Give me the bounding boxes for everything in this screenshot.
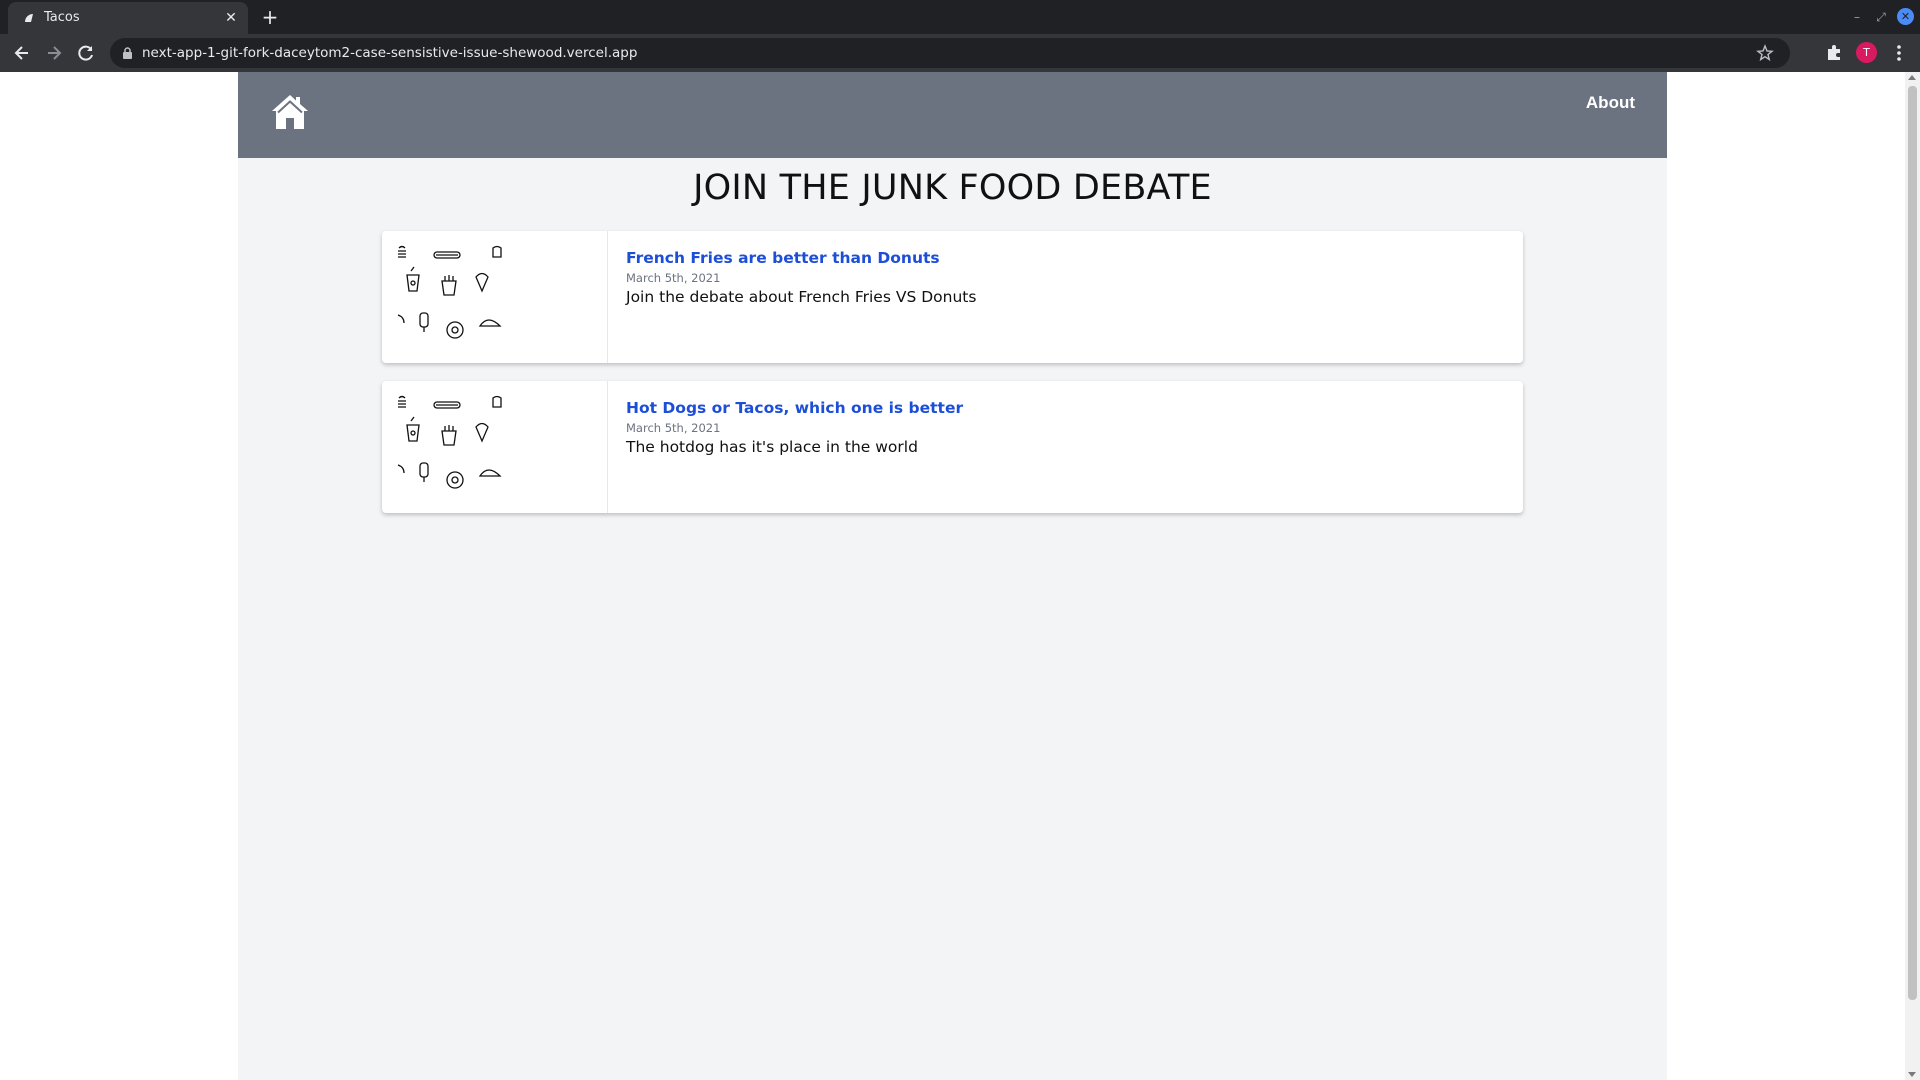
about-link[interactable]: About (1586, 93, 1635, 113)
post-thumbnail (382, 381, 608, 513)
scroll-up-icon[interactable] (1908, 75, 1916, 80)
reload-icon[interactable] (75, 42, 97, 64)
post-title-link[interactable]: Hot Dogs or Tacos, which one is better (626, 399, 1503, 417)
post-body: French Fries are better than Donuts Marc… (626, 249, 1503, 306)
menu-icon[interactable] (1893, 42, 1905, 64)
page-title: JOIN THE JUNK FOOD DEBATE (693, 168, 1212, 208)
bookmark-star-icon[interactable] (1756, 44, 1774, 62)
new-tab-icon[interactable]: + (258, 6, 282, 30)
post-title-link[interactable]: French Fries are better than Donuts (626, 249, 1503, 267)
extensions-icon[interactable] (1824, 42, 1844, 62)
home-icon[interactable] (270, 92, 310, 132)
scroll-thumb[interactable] (1908, 86, 1917, 1000)
browser-toolbar: next-app-1-git-fork-daceytom2-case-sensi… (0, 34, 1920, 72)
url-text: next-app-1-git-fork-daceytom2-case-sensi… (142, 45, 638, 61)
post-description: The hotdog has it's place in the world (626, 438, 918, 456)
site-header: About (238, 72, 1667, 158)
forward-icon[interactable] (43, 42, 65, 64)
post-card[interactable]: Hot Dogs or Tacos, which one is better M… (382, 381, 1523, 513)
post-description: Join the debate about French Fries VS Do… (626, 288, 977, 306)
post-card[interactable]: French Fries are better than Donuts Marc… (382, 231, 1523, 363)
post-thumbnail (382, 231, 608, 363)
page-container: About JOIN THE JUNK FOOD DEBATE French F… (238, 72, 1667, 1080)
junk-food-icons-image (397, 245, 502, 339)
page-scrollbar[interactable] (1905, 72, 1920, 1080)
window-close-icon[interactable]: ✕ (1897, 8, 1914, 25)
tab-close-icon[interactable]: ✕ (222, 9, 240, 27)
profile-avatar[interactable]: T (1856, 42, 1877, 63)
tab-title: Tacos (44, 10, 80, 25)
back-icon[interactable] (11, 42, 33, 64)
scroll-down-icon[interactable] (1908, 1072, 1916, 1077)
post-body: Hot Dogs or Tacos, which one is better M… (626, 399, 1503, 456)
minimize-icon[interactable]: – (1848, 8, 1866, 26)
lock-icon (123, 47, 132, 59)
tab-strip: Tacos ✕ + – ⤢ ✕ (0, 0, 1920, 34)
restore-icon[interactable]: ⤢ (1872, 8, 1890, 26)
browser-tab[interactable]: Tacos ✕ (8, 2, 248, 34)
post-date: March 5th, 2021 (626, 271, 721, 285)
junk-food-icons-image (397, 395, 502, 489)
post-date: March 5th, 2021 (626, 421, 721, 435)
viewport: About JOIN THE JUNK FOOD DEBATE French F… (0, 72, 1920, 1080)
address-bar[interactable]: next-app-1-git-fork-daceytom2-case-sensi… (110, 38, 1790, 68)
taco-favicon-icon (25, 14, 33, 22)
